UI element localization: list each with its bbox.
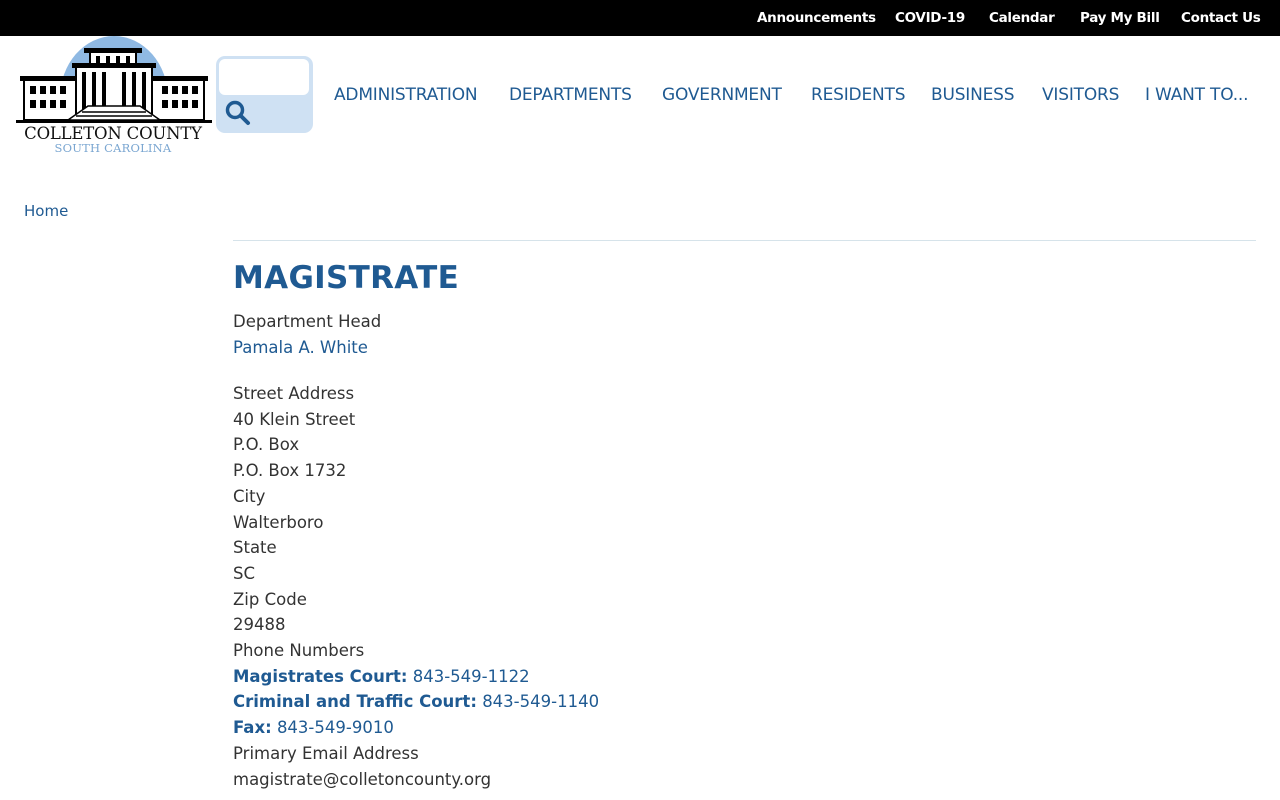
fax-link[interactable]: 843-549-9010 bbox=[277, 718, 394, 737]
city-value: Walterboro bbox=[233, 513, 324, 532]
email-value: magistrate@colletoncounty.org bbox=[233, 770, 492, 789]
breadcrumb-home[interactable]: Home bbox=[24, 202, 68, 220]
po-box-value: P.O. Box 1732 bbox=[233, 461, 347, 480]
phone-row: Magistrates Court: 843-549-1122 bbox=[233, 665, 530, 689]
utility-bar: Announcements COVID-19 Calendar Pay My B… bbox=[0, 0, 1280, 36]
page-title: MAGISTRATE bbox=[233, 260, 460, 296]
street-address-value: 40 Klein Street bbox=[233, 410, 356, 429]
announcements-link[interactable]: Announcements bbox=[757, 0, 876, 36]
state-label: State bbox=[233, 538, 277, 557]
phone-row: Criminal and Traffic Court: 843-549-1140 bbox=[233, 690, 599, 714]
department-head-label: Department Head bbox=[233, 312, 382, 331]
phone-label: Magistrates Court: bbox=[233, 667, 408, 686]
logo-subtitle: SOUTH CAROLINA bbox=[54, 141, 172, 155]
contact-us-link[interactable]: Contact Us bbox=[1181, 0, 1261, 36]
po-box-label: P.O. Box bbox=[233, 435, 300, 454]
nav-government[interactable]: GOVERNMENT bbox=[662, 84, 782, 106]
pay-my-bill-link[interactable]: Pay My Bill bbox=[1080, 0, 1160, 36]
phone-link[interactable]: 843-549-1140 bbox=[482, 692, 599, 711]
nav-departments[interactable]: DEPARTMENTS bbox=[509, 84, 632, 106]
phone-label: Criminal and Traffic Court: bbox=[233, 692, 477, 711]
calendar-link[interactable]: Calendar bbox=[989, 0, 1055, 36]
county-logo[interactable]: COLLETON COUNTY SOUTH CAROLINA bbox=[10, 36, 216, 156]
fax-row: Fax: 843-549-9010 bbox=[233, 716, 394, 740]
phone-numbers-label: Phone Numbers bbox=[233, 641, 365, 660]
nav-residents[interactable]: RESIDENTS bbox=[811, 84, 905, 106]
nav-business[interactable]: BUSINESS bbox=[931, 84, 1015, 106]
content-divider bbox=[233, 240, 1256, 241]
email-label: Primary Email Address bbox=[233, 744, 419, 763]
nav-visitors[interactable]: VISITORS bbox=[1042, 84, 1119, 106]
search-icon bbox=[225, 100, 250, 125]
zip-value: 29488 bbox=[233, 615, 286, 634]
search-widget bbox=[216, 56, 313, 133]
covid-19-link[interactable]: COVID-19 bbox=[895, 0, 965, 36]
department-head-link[interactable]: Pamala A. White bbox=[233, 336, 368, 360]
nav-administration[interactable]: ADMINISTRATION bbox=[334, 84, 478, 106]
state-value: SC bbox=[233, 564, 255, 583]
search-input[interactable] bbox=[219, 59, 309, 95]
zip-label: Zip Code bbox=[233, 590, 307, 609]
search-button[interactable] bbox=[224, 99, 252, 127]
nav-i-want-to[interactable]: I WANT TO... bbox=[1145, 84, 1249, 106]
city-label: City bbox=[233, 487, 266, 506]
phone-link[interactable]: 843-549-1122 bbox=[413, 667, 530, 686]
fax-label: Fax: bbox=[233, 718, 272, 737]
street-address-label: Street Address bbox=[233, 384, 355, 403]
